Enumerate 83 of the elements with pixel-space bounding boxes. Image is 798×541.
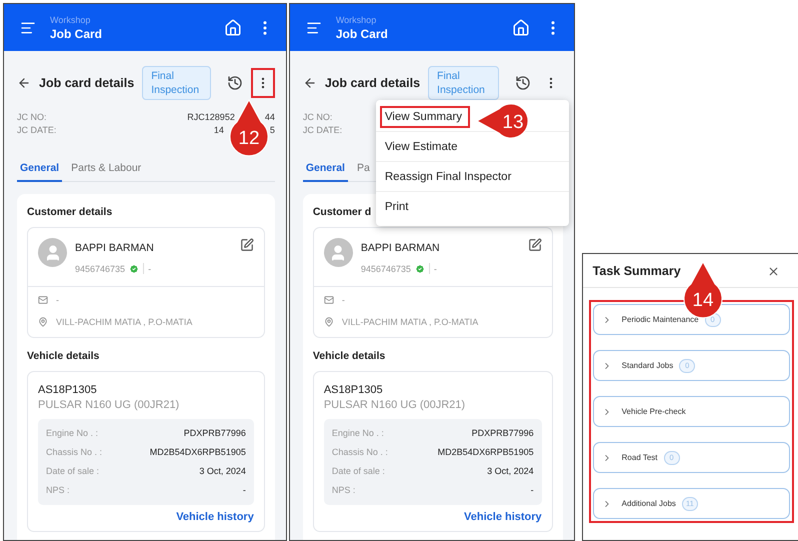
- alt-phone: -: [434, 264, 437, 274]
- field-label: JC NO:: [17, 112, 47, 123]
- spec-label: Date of sale :: [332, 465, 385, 478]
- accordion-item[interactable]: Vehicle Pre-check: [592, 396, 790, 427]
- panel-title: Task Summary: [592, 264, 681, 278]
- tab[interactable]: General: [17, 158, 62, 182]
- tab[interactable]: General: [302, 158, 348, 182]
- more-icon[interactable]: [250, 68, 275, 98]
- home-icon[interactable]: [512, 18, 530, 36]
- mail-icon: [324, 295, 334, 305]
- address-value: VILL-PACHIM MATIA , P.O-MATIA: [342, 317, 478, 327]
- spec-label: Engine No . :: [332, 427, 384, 440]
- vehicle-history-link[interactable]: Vehicle history: [176, 511, 254, 523]
- field-value: 44: [264, 112, 275, 123]
- spec-label: Chassis No . :: [332, 446, 388, 459]
- spec-value: PDXPRB77996: [184, 427, 246, 440]
- tab[interactable]: Parts & Labour: [68, 158, 144, 182]
- spec-label: NPS :: [46, 484, 70, 497]
- address-value: VILL-PACHIM MATIA , P.O-MATIA: [56, 317, 192, 327]
- spec-label: Date of sale :: [46, 465, 100, 478]
- spec-label: Chassis No . :: [46, 446, 102, 459]
- email-value: -: [56, 295, 59, 305]
- task-label: Road Test: [622, 453, 658, 462]
- spec-value: MD2B54DX6RPB51905: [438, 446, 534, 459]
- spec-value: -: [242, 484, 246, 497]
- status-tag: Final Inspection: [428, 66, 499, 100]
- menu-item[interactable]: Print: [376, 192, 569, 222]
- tab[interactable]: Pa: [354, 158, 373, 182]
- section-heading: Vehicle details: [312, 350, 386, 362]
- phone-number: 9456746735: [360, 264, 411, 274]
- field-label: JC DATE:: [17, 125, 56, 136]
- customer-name: BAPPI BARMAN: [360, 242, 440, 254]
- page-title: Job card details: [39, 76, 134, 90]
- app-title: Job Card: [336, 26, 389, 40]
- history-icon[interactable]: [514, 75, 531, 91]
- spec-label: Engine No . :: [46, 427, 98, 440]
- section-heading: Vehicle details: [27, 350, 100, 362]
- home-icon[interactable]: [224, 18, 242, 36]
- vehicle-model: PULSAR N160 UG (00JR21): [324, 399, 466, 411]
- location-icon: [324, 317, 334, 327]
- history-icon[interactable]: [226, 75, 243, 91]
- menu-icon[interactable]: [306, 20, 322, 36]
- avatar-icon: [38, 238, 67, 267]
- edit-icon[interactable]: [528, 238, 542, 252]
- task-label: Vehicle Pre-check: [622, 407, 686, 416]
- vehicle-plate: AS18P1305: [38, 384, 98, 396]
- phone-number: 9456746735: [75, 264, 126, 274]
- alt-phone: -: [148, 264, 152, 274]
- vehicle-history-link[interactable]: Vehicle history: [464, 511, 542, 523]
- app-title: Job Card: [50, 26, 104, 40]
- spec-value: MD2B54DX6RPB51905: [150, 446, 246, 459]
- back-icon[interactable]: [302, 76, 317, 90]
- field-value: RJC128952: [187, 112, 235, 123]
- close-icon[interactable]: [767, 264, 780, 278]
- spec-label: NPS :: [332, 484, 356, 497]
- vehicle-model: PULSAR N160 UG (00JR21): [38, 399, 180, 411]
- customer-name: BAPPI BARMAN: [75, 242, 154, 254]
- section-heading: Customer details: [27, 206, 114, 218]
- spec-value: 3 Oct, 2024: [487, 465, 534, 478]
- avatar-icon: [324, 238, 353, 267]
- field-label: JC DATE:: [302, 125, 342, 136]
- page-title: Job card details: [324, 76, 420, 90]
- app-subtitle: Workshop: [50, 14, 92, 24]
- app-subtitle: Workshop: [336, 14, 378, 24]
- location-icon: [38, 317, 48, 327]
- field-value: 14: [214, 125, 224, 136]
- mail-icon: [38, 295, 48, 305]
- spec-value: PDXPRB77996: [472, 427, 534, 440]
- back-icon[interactable]: [17, 76, 31, 90]
- task-label: Standard Jobs: [622, 361, 674, 370]
- email-value: -: [342, 295, 345, 305]
- menu-icon[interactable]: [20, 20, 36, 36]
- menu-item[interactable]: Reassign Final Inspector: [376, 162, 569, 192]
- task-label: Additional Jobs: [622, 499, 676, 508]
- field-label: JC NO:: [302, 112, 332, 123]
- status-tag: Final Inspection: [142, 66, 211, 100]
- vehicle-plate: AS18P1305: [324, 384, 384, 396]
- spec-value: -: [530, 484, 534, 497]
- field-value: 5: [270, 125, 275, 136]
- task-label: Periodic Maintenance: [622, 315, 699, 324]
- number-marker: 14: [682, 262, 723, 318]
- edit-icon[interactable]: [240, 238, 254, 252]
- spec-value: 3 Oct, 2024: [199, 465, 246, 478]
